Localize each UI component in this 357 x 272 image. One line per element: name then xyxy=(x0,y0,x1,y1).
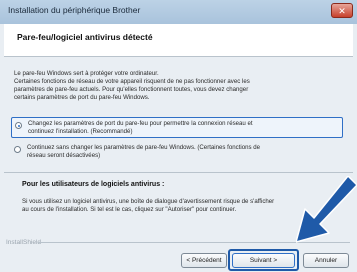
antivirus-text: Si vous utilisez un logiciel antivirus, … xyxy=(22,198,274,214)
radio-change-firewall[interactable] xyxy=(15,122,22,129)
antivirus-line-2: au cours de l'installation. Si tel est l… xyxy=(22,206,237,213)
option-change-firewall-line-1: Changez les paramètres de port du pare-f… xyxy=(28,120,253,127)
next-button-highlight xyxy=(228,249,299,271)
window-title: Installation du périphérique Brother xyxy=(8,5,141,15)
dialog-header: Pare-feu/logiciel antivirus détecté xyxy=(4,24,353,57)
antivirus-line-1: Si vous utilisez un logiciel antivirus, … xyxy=(22,198,275,205)
separator xyxy=(4,172,353,173)
title-bar[interactable]: Installation du périphérique Brother ✕ xyxy=(0,0,357,24)
back-button[interactable]: < Précédent xyxy=(181,253,227,268)
pointer-arrow-icon xyxy=(296,176,357,243)
option-change-firewall-line-2: continuez l'installation. (Recommandé) xyxy=(28,128,133,135)
intro-line-4: certains paramètres de port du pare-feu … xyxy=(14,94,150,101)
option-change-firewall-label: Changez les paramètres de port du pare-f… xyxy=(28,120,340,136)
installer-window: Installation du périphérique Brother ✕ P… xyxy=(0,0,357,272)
intro-line-2: Certaines fonctions de réseau de votre a… xyxy=(14,78,250,85)
intro-text: Le pare-feu Windows sert à protéger votr… xyxy=(14,70,250,102)
intro-line-3: paramètres de pare-feu actuels. Pour qu'… xyxy=(14,86,249,93)
antivirus-heading: Pour les utilisateurs de logiciels antiv… xyxy=(22,181,165,188)
radio-keep-firewall[interactable] xyxy=(14,146,21,153)
close-button[interactable]: ✕ xyxy=(331,3,353,18)
installshield-label: InstallShield xyxy=(6,239,42,246)
option-keep-firewall-line-2: réseau seront désactivées) xyxy=(27,152,101,159)
page-heading: Pare-feu/logiciel antivirus détecté xyxy=(17,32,153,42)
close-icon: ✕ xyxy=(338,6,346,16)
option-keep-firewall[interactable]: Continuez sans changer les paramètres de… xyxy=(11,142,343,163)
option-keep-firewall-label: Continuez sans changer les paramètres de… xyxy=(27,144,339,160)
intro-line-1: Le pare-feu Windows sert à protéger votr… xyxy=(14,70,159,77)
option-keep-firewall-line-1: Continuez sans changer les paramètres de… xyxy=(27,144,261,151)
option-change-firewall[interactable]: Changez les paramètres de port du pare-f… xyxy=(11,117,343,138)
